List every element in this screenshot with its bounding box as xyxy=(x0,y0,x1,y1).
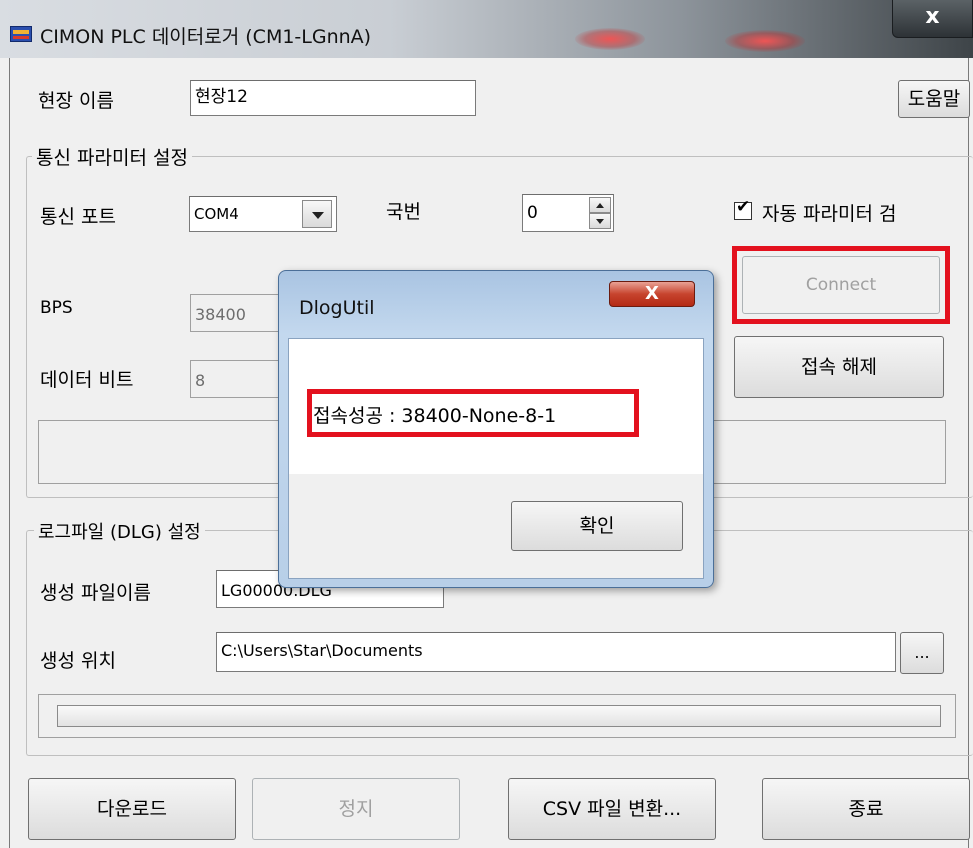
spin-up-button[interactable] xyxy=(589,197,611,213)
disconnect-button[interactable]: 접속 해제 xyxy=(734,336,944,398)
site-name-value: 현장12 xyxy=(195,87,248,107)
bps-field: 38400 xyxy=(190,294,290,332)
auto-param-label: 자동 파라미터 검 xyxy=(762,203,897,225)
arrow-down-icon xyxy=(596,219,604,224)
auto-param-checkbox[interactable]: ✔ xyxy=(734,197,752,220)
arrow-up-icon xyxy=(596,203,604,208)
app-icon xyxy=(10,26,32,42)
dropdown-button[interactable] xyxy=(302,200,332,228)
dialog-close-button[interactable]: X xyxy=(609,281,695,307)
spin-down-button[interactable] xyxy=(589,213,611,229)
browse-button[interactable]: ... xyxy=(900,632,944,674)
download-button[interactable]: 다운로드 xyxy=(28,778,236,840)
progress-frame xyxy=(38,694,956,738)
data-bits-value: 8 xyxy=(195,371,206,390)
log-location-input[interactable]: C:\Users\Star\Documents xyxy=(216,632,896,672)
title-bar: CIMON PLC 데이터로거 (CM1-LGnnA) x xyxy=(0,0,973,58)
station-label: 국번 xyxy=(386,201,421,223)
dialog-ok-button[interactable]: 확인 xyxy=(511,501,683,551)
bps-value: 38400 xyxy=(195,305,246,324)
title-bar-glow xyxy=(725,30,805,52)
window-title: CIMON PLC 데이터로거 (CM1-LGnnA) xyxy=(40,26,372,48)
title-bar-glow xyxy=(575,28,645,50)
site-name-input[interactable]: 현장12 xyxy=(190,80,476,116)
data-bits-label: 데이터 비트 xyxy=(40,369,134,391)
data-bits-field: 8 xyxy=(190,360,290,398)
window-close-button[interactable]: x xyxy=(892,0,973,38)
exit-button[interactable]: 종료 xyxy=(762,778,970,840)
dialog-title: DlogUtil xyxy=(299,297,375,319)
dialog-client: 접속성공 : 38400-None-8-1 확인 xyxy=(288,338,704,579)
comm-param-group-label: 통신 파라미터 설정 xyxy=(32,143,192,170)
dialog-message-area: 접속성공 : 38400-None-8-1 xyxy=(289,339,703,474)
log-location-label: 생성 위치 xyxy=(40,650,116,672)
log-location-value: C:\Users\Star\Documents xyxy=(221,641,423,660)
logfile-group-label: 로그파일 (DLG) 설정 xyxy=(34,518,205,544)
bps-label: BPS xyxy=(40,298,73,318)
station-number-input[interactable]: 0 xyxy=(522,194,614,232)
connect-button[interactable]: Connect xyxy=(742,256,940,314)
csv-convert-button[interactable]: CSV 파일 변환... xyxy=(508,778,716,840)
progress-bar xyxy=(57,705,941,727)
comm-port-label: 통신 포트 xyxy=(40,206,116,228)
dialog-window: DlogUtil X 접속성공 : 38400-None-8-1 확인 xyxy=(278,270,714,588)
check-icon: ✔ xyxy=(736,197,751,217)
log-filename-label: 생성 파일이름 xyxy=(40,582,151,604)
help-button[interactable]: 도움말 xyxy=(898,80,970,118)
dialog-message: 접속성공 : 38400-None-8-1 xyxy=(313,405,557,427)
stop-button[interactable]: 정지 xyxy=(252,778,460,840)
comm-port-select[interactable]: COM4 xyxy=(189,196,337,232)
chevron-down-icon xyxy=(312,212,324,219)
site-name-label: 현장 이름 xyxy=(38,90,114,112)
